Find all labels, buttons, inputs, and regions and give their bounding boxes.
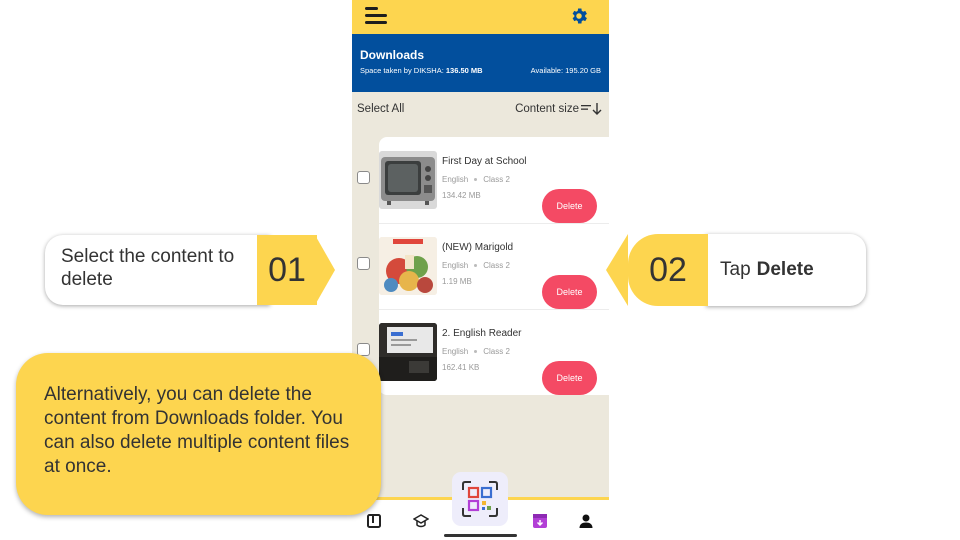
callout-step-1: Select the content to delete 01 <box>45 235 335 305</box>
screen-thumbnail <box>379 323 437 381</box>
library-icon[interactable] <box>366 513 382 529</box>
profile-icon[interactable] <box>578 513 594 529</box>
available-space: Available: 195.20 GB <box>530 66 601 75</box>
item-meta: English Class 2 <box>442 261 510 270</box>
list-item[interactable]: (NEW) Marigold English Class 2 1.19 MB De… <box>379 223 609 309</box>
item-size: 162.41 KB <box>442 363 480 372</box>
item-meta: English Class 2 <box>442 347 510 356</box>
item-size: 134.42 MB <box>442 191 481 200</box>
space-taken-value: 136.50 MB <box>445 66 483 75</box>
callout-step-2-pointer <box>606 234 628 306</box>
callout-step-2: Tap Delete 02 <box>606 234 868 306</box>
tv-thumbnail <box>379 151 437 209</box>
item-checkbox-1[interactable] <box>357 171 370 184</box>
delete-button[interactable]: Delete <box>542 189 597 223</box>
item-meta: English Class 2 <box>442 175 510 184</box>
book-cover-thumbnail <box>379 237 437 295</box>
downloads-icon[interactable] <box>532 513 548 529</box>
delete-button[interactable]: Delete <box>542 275 597 309</box>
banner-title: Downloads <box>360 48 425 62</box>
item-class: Class 2 <box>483 261 510 270</box>
hamburger-icon[interactable] <box>365 6 389 26</box>
space-taken: Space taken by DIKSHA: 136.50 MB <box>360 66 483 75</box>
info-note: Alternatively, you can delete the conten… <box>16 353 381 515</box>
callout-step-2-prefix: Tap <box>720 259 751 280</box>
item-title: (NEW) Marigold <box>442 242 514 253</box>
phone-screen: Downloads Space taken by DIKSHA: 136.50 … <box>352 0 609 540</box>
item-class: Class 2 <box>483 347 510 356</box>
gear-icon[interactable] <box>569 6 589 26</box>
sort-content-size[interactable]: Content size <box>515 103 603 115</box>
gesture-bar <box>444 534 517 537</box>
callout-step-2-bold: Delete <box>756 259 814 280</box>
select-all-link[interactable]: Select All <box>357 103 404 115</box>
callout-step-1-text: Select the content to delete <box>45 235 270 305</box>
list-item[interactable]: First Day at School English Class 2 134.4… <box>379 137 609 223</box>
sort-icon <box>581 103 602 115</box>
item-size: 1.19 MB <box>442 277 472 286</box>
item-checkbox-2[interactable] <box>357 257 370 270</box>
callout-step-1-pointer <box>315 235 335 305</box>
downloads-list: First Day at School English Class 2 134.4… <box>379 137 609 395</box>
downloads-banner: Downloads Space taken by DIKSHA: 136.50 … <box>352 34 609 92</box>
callout-step-1-number: 01 <box>257 235 317 305</box>
sort-label: Content size <box>515 103 579 115</box>
item-language: English <box>442 347 469 356</box>
top-app-bar <box>352 0 609 34</box>
item-title: 2. English Reader <box>442 328 522 339</box>
callout-step-2-text: Tap Delete <box>706 234 866 306</box>
list-item[interactable]: 2. English Reader English Class 2 162.41 … <box>379 309 609 395</box>
courses-icon[interactable] <box>413 513 429 529</box>
item-title: First Day at School <box>442 156 527 167</box>
item-class: Class 2 <box>483 175 510 184</box>
callout-step-2-number: 02 <box>628 234 708 306</box>
item-language: English <box>442 261 469 270</box>
qr-scan-icon <box>462 481 498 517</box>
item-language: English <box>442 175 469 184</box>
qr-scan-button[interactable] <box>452 472 508 526</box>
delete-button[interactable]: Delete <box>542 361 597 395</box>
space-taken-label: Space taken by DIKSHA: <box>360 66 444 75</box>
